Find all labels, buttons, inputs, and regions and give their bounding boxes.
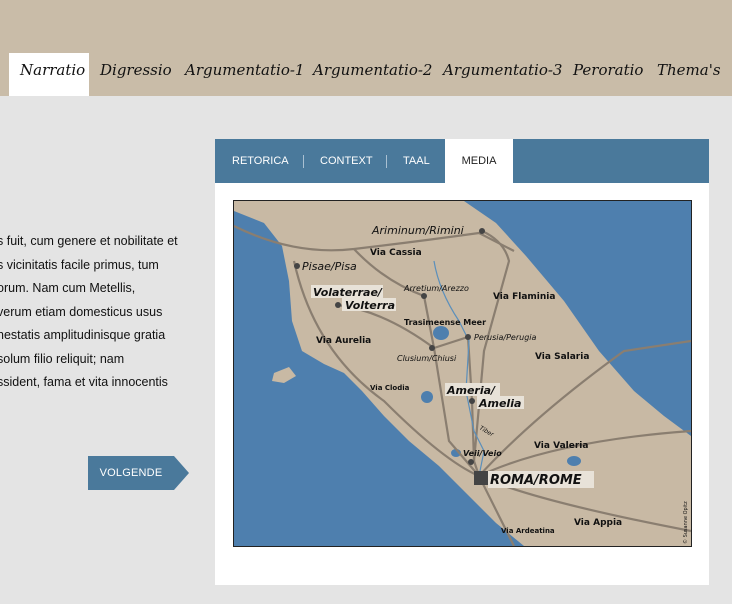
nav-tab-argumentatio-3[interactable]: Argumentatio-3 — [443, 53, 562, 96]
next-button-label: VOLGENDE — [99, 467, 163, 479]
label-trasimeno: Trasimeense Meer — [404, 318, 486, 327]
map-credit: © Susanne Opitz — [682, 501, 689, 544]
text-line: orum. Nam cum Metellis, — [0, 281, 136, 295]
label-via-cassia: Via Cassia — [370, 248, 422, 258]
label-perugia: Perusia/Perugia — [474, 333, 537, 342]
label-arezzo: Arretium/Arezzo — [403, 284, 469, 293]
label-via-valeria: Via Valeria — [534, 441, 588, 451]
text-line: ssident, fama et vita innocentis — [0, 375, 168, 389]
tab-retorica[interactable]: RETORICA — [232, 139, 289, 183]
label-rome: ROMA/ROME — [490, 473, 582, 488]
label-veio: Veii/Veio — [463, 449, 502, 458]
tab-context[interactable]: CONTEXT — [320, 139, 373, 183]
divider — [386, 155, 387, 168]
nav-tab-argumentatio-2[interactable]: Argumentatio-2 — [313, 53, 432, 96]
nav-tab-themas[interactable]: Thema's — [657, 53, 721, 96]
media-panel: RETORICA CONTEXT TAAL MEDIA Ariminum/Rim… — [215, 139, 709, 585]
text-line: s fuit, cum genere et nobilitate et — [0, 234, 178, 248]
label-via-appia: Via Appia — [574, 518, 622, 528]
top-bar: Narratio Digressio Argumentatio-1 Argume… — [0, 0, 732, 96]
panel-tabs: RETORICA CONTEXT TAAL MEDIA — [215, 139, 709, 183]
label-volterra: Volterra — [345, 299, 395, 312]
divider — [303, 155, 304, 168]
label-pisa: Pisae/Pisa — [302, 260, 357, 273]
next-button[interactable]: VOLGENDE — [88, 456, 189, 490]
text-line: verum etiam domesticus usus — [0, 304, 163, 319]
tab-media[interactable]: MEDIA — [445, 139, 513, 183]
text-line: s vicinitatis facile primus, tum — [0, 257, 159, 272]
land — [234, 201, 691, 546]
label-via-ardeatina: Via Ardeatina — [501, 527, 555, 535]
body-text: s fuit, cum genere et nobilitate et s vi… — [0, 230, 200, 395]
label-via-aurelia: Via Aurelia — [316, 336, 371, 346]
tab-taal[interactable]: TAAL — [403, 139, 430, 183]
nav-tab-peroratio[interactable]: Peroratio — [573, 53, 643, 96]
nav-tab-narratio[interactable]: Narratio — [9, 53, 89, 96]
label-chiusi: Clusium/Chiusi — [397, 354, 457, 363]
label-rimini: Ariminum/Rimini — [371, 224, 464, 237]
nav-tab-digressio[interactable]: Digressio — [100, 53, 172, 96]
nav-tab-argumentatio-1[interactable]: Argumentatio-1 — [185, 53, 304, 96]
label-ameria: Ameria/ — [446, 384, 496, 397]
text-line: solum filio reliquit; nam — [0, 351, 125, 366]
map-roman-roads: Ariminum/Rimini Via Cassia Pisae/Pisa Vo… — [233, 200, 692, 547]
label-via-clodia: Via Clodia — [370, 384, 410, 392]
rome-marker — [474, 471, 488, 485]
label-via-flaminia: Via Flaminia — [493, 292, 555, 302]
text-line: nestatis amplitudinisque gratia — [0, 328, 166, 342]
label-via-salaria: Via Salaria — [535, 352, 589, 362]
label-amelia: Amelia — [478, 397, 521, 410]
label-volaterrae: Volaterrae/ — [313, 286, 383, 299]
